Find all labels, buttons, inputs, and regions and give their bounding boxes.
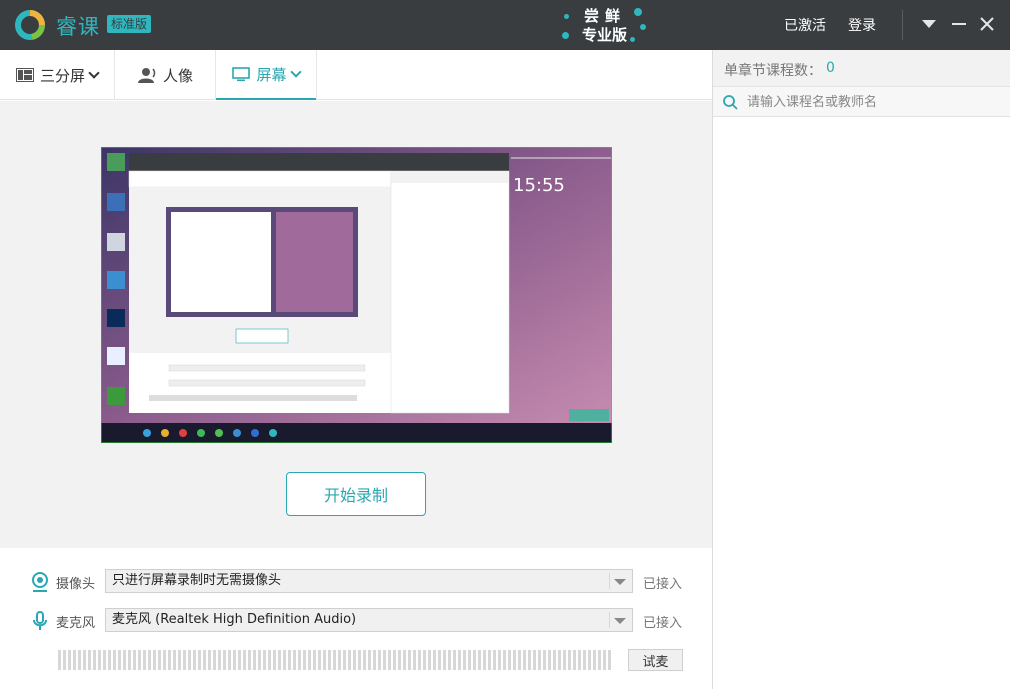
pro-edition-promo[interactable]: 尝鲜 专业版	[560, 4, 656, 48]
microphone-icon	[33, 611, 47, 630]
camera-label: 摄像头	[56, 577, 96, 592]
chevron-down-icon	[289, 65, 302, 78]
tab-screen[interactable]: 屏幕	[216, 50, 316, 100]
camera-icon	[32, 572, 48, 592]
titlebar-divider	[902, 10, 903, 40]
camera-select-value: 只进行屏幕录制时无需摄像头	[112, 573, 282, 588]
camera-status: 已接入	[643, 577, 683, 592]
microphone-select-value: 麦克风 (Realtek High Definition Audio)	[112, 612, 357, 627]
select-divider	[609, 612, 610, 628]
course-search-input[interactable]	[747, 92, 997, 112]
device-settings: 摄像头 只进行屏幕录制时无需摄像头 已接入 麦克风 麦克风 (Realtek H…	[0, 548, 712, 689]
desktop-snapshot-image: 15:55	[101, 147, 612, 443]
promo-top-text: 尝鲜	[584, 7, 627, 25]
screen-preview-thumbnail: 15:55	[101, 147, 612, 443]
app-name: 睿课	[56, 15, 100, 39]
chevron-down-icon	[614, 618, 626, 624]
test-mic-button[interactable]: 试麦	[628, 649, 683, 671]
course-count-value: 0	[826, 60, 835, 76]
close-icon[interactable]	[976, 13, 998, 35]
course-panel: 单章节课程数： 0	[712, 50, 1010, 689]
microphone-status: 已接入	[643, 616, 683, 631]
camera-select[interactable]: 只进行屏幕录制时无需摄像头	[105, 569, 633, 593]
three-split-icon	[15, 68, 34, 82]
dropdown-menu-icon[interactable]	[918, 13, 940, 35]
chevron-down-icon	[88, 66, 100, 79]
tab-portrait-label: 人像	[162, 66, 193, 85]
screen-preview-area: 15:55 开始录制	[0, 101, 712, 548]
course-panel-header: 单章节课程数： 0	[713, 50, 1010, 86]
microphone-select[interactable]: 麦克风 (Realtek High Definition Audio)	[105, 608, 633, 632]
camera-row: 摄像头 只进行屏幕录制时无需摄像头 已接入	[0, 569, 712, 595]
monitor-icon	[232, 66, 251, 82]
select-divider	[609, 573, 610, 589]
person-icon	[137, 67, 157, 83]
promo-bottom-text: 专业版	[582, 26, 628, 44]
start-recording-button[interactable]: 开始录制	[286, 472, 426, 516]
chevron-down-icon	[614, 579, 626, 585]
login-link[interactable]: 登录	[848, 15, 876, 35]
title-bar: 睿课 标准版 尝鲜 专业版 已激活 登录	[0, 0, 1010, 50]
tab-screen-label: 屏幕	[256, 65, 287, 84]
mic-level-meter	[58, 650, 613, 670]
search-icon	[723, 95, 738, 110]
activated-status: 已激活	[784, 18, 826, 34]
svg-text:15:55: 15:55	[513, 175, 565, 196]
minimize-icon[interactable]	[948, 13, 970, 35]
tab-three-split[interactable]: 三分屏	[0, 50, 114, 100]
tab-divider	[316, 50, 317, 100]
course-count-label: 单章节课程数：	[724, 63, 822, 79]
tab-three-split-label: 三分屏	[39, 66, 85, 85]
edition-badge: 标准版	[107, 15, 152, 33]
course-search	[713, 86, 1010, 117]
microphone-label: 麦克风	[56, 616, 96, 631]
tab-portrait[interactable]: 人像	[115, 50, 215, 100]
app-logo-icon	[15, 10, 45, 40]
mode-tabs: 三分屏 人像 屏幕	[0, 50, 712, 100]
microphone-row: 麦克风 麦克风 (Realtek High Definition Audio) …	[0, 608, 712, 634]
